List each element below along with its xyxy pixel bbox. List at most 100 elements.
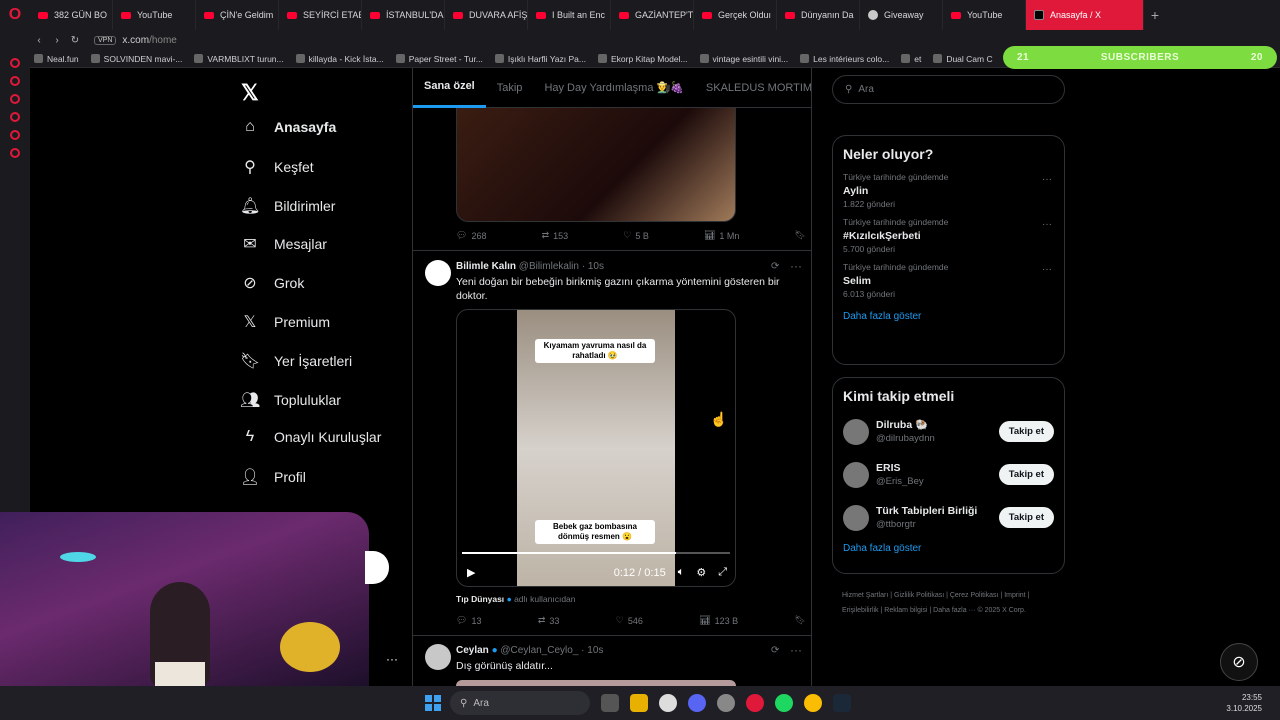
browser-tab[interactable]: GAZİANTEP'T <box>611 0 694 30</box>
avatar[interactable] <box>843 418 869 445</box>
spotify-icon[interactable] <box>775 694 793 712</box>
bookmark-item[interactable]: Paper Street - Tur... <box>395 54 483 64</box>
post-image[interactable] <box>456 108 736 222</box>
back-icon[interactable]: ‹ <box>30 35 48 46</box>
sidebar-icon[interactable] <box>10 76 20 86</box>
follow-suggestion[interactable]: Dilruba 🐏 @dilrubaydnn Takip et <box>833 410 1064 453</box>
url-path[interactable]: /home <box>149 35 177 46</box>
bookmark-item[interactable]: et <box>901 54 921 64</box>
show-more-link[interactable]: Daha fazla göster <box>833 539 1064 562</box>
follow-suggestion[interactable]: Türk Tabipleri Birliği @ttborgtr Takip et <box>833 496 1064 539</box>
play-icon[interactable]: ▶ <box>467 566 475 579</box>
sidebar-icon[interactable] <box>10 58 20 68</box>
follow-button[interactable]: Takip et <box>998 421 1054 442</box>
vpn-badge[interactable]: VPN <box>94 35 117 45</box>
more-icon[interactable]: ··· <box>1042 174 1052 185</box>
bookmark-item[interactable]: VARMBLIXT turun... <box>194 54 284 64</box>
browser-tab[interactable]: I Built an Enc <box>528 0 611 30</box>
nav-item-home[interactable]: ⌂ Anasayfa <box>240 118 336 136</box>
chrome-icon[interactable] <box>804 694 822 712</box>
sidebar-icon[interactable] <box>10 130 20 140</box>
bookmark-item[interactable]: vintage esintili vini... <box>699 54 788 64</box>
bookmark-item[interactable]: Ekorp Kitap Model... <box>598 54 688 64</box>
steam-icon[interactable] <box>833 694 851 712</box>
reply-button[interactable]: 💬︎ 268 <box>456 230 486 241</box>
opera-logo-icon[interactable]: O <box>0 6 30 24</box>
post-author[interactable]: Bilimle Kalın @Bilimlekalin · 10s <box>456 261 604 272</box>
app-icon[interactable] <box>717 694 735 712</box>
bookmark-item[interactable]: SOLVINDEN mavi-... <box>90 54 182 64</box>
follow-button[interactable]: Takip et <box>998 507 1054 528</box>
settings-icon[interactable]: ⚙ <box>696 566 706 579</box>
avatar[interactable] <box>843 504 869 531</box>
forward-icon[interactable]: › <box>48 35 66 46</box>
browser-tab[interactable]: ÇİN'e Geldim <box>196 0 279 30</box>
search-input[interactable]: ⚲ Ara <box>832 75 1065 104</box>
sidebar-icon[interactable] <box>10 148 20 158</box>
footer-links[interactable]: Hizmet Şartları | Gizlilik Politikası | … <box>842 588 1062 618</box>
new-tab-icon[interactable]: + <box>1144 7 1166 23</box>
x-logo-icon[interactable]: 𝕏 <box>241 80 259 106</box>
more-icon[interactable]: ··· <box>790 643 802 657</box>
sidebar-icon[interactable] <box>10 94 20 104</box>
nav-item-person[interactable]: 👤︎ Profil <box>240 467 306 487</box>
trend-item[interactable]: Türkiye tarihinde gündemde Selim 6.013 gön… <box>833 258 1064 303</box>
nav-item-bell[interactable]: 🔔︎ Bildirimler <box>240 196 335 216</box>
reload-icon[interactable]: ↻ <box>66 35 84 46</box>
grok-icon[interactable]: ⟳ <box>771 261 779 272</box>
nav-item-people[interactable]: 👥︎ Topluluklar <box>240 390 341 410</box>
windows-start-icon[interactable] <box>425 695 441 711</box>
video-source[interactable]: Tıp Dünyası ● adlı kullanıcıdan <box>456 594 576 604</box>
post-author[interactable]: Ceylan ● @Ceylan_Ceylo_ · 10s <box>456 645 603 656</box>
avatar[interactable] <box>425 644 451 670</box>
browser-tab[interactable]: DUVARA AFİŞ <box>445 0 528 30</box>
more-icon[interactable]: ··· <box>386 652 398 666</box>
like-button[interactable]: ♡ 5 B <box>623 230 649 241</box>
like-button[interactable]: ♡ 546 <box>616 615 643 626</box>
nav-item-bookmark[interactable]: 🔖︎ Yer İşaretleri <box>240 351 352 371</box>
discord-icon[interactable] <box>688 694 706 712</box>
tab-skaledus[interactable]: SKALEDUS MORTIMAS <box>695 68 811 108</box>
repost-button[interactable]: ⇄ 33 <box>538 615 560 626</box>
avatar[interactable] <box>425 260 451 286</box>
tab-hayday[interactable]: Hay Day Yardımlaşma 👨‍🌾🍇 <box>533 68 694 108</box>
bookmark-icon[interactable]: 🔖︎ <box>795 230 806 241</box>
bookmark-item[interactable]: Işıklı Harfli Yazı Pa... <box>494 54 586 64</box>
taskview-icon[interactable] <box>601 694 619 712</box>
browser-tab[interactable]: Gerçek Olduı <box>694 0 777 30</box>
browser-tab[interactable]: SEYİRCİ ETAB <box>279 0 362 30</box>
repost-button[interactable]: ⇄ 153 <box>542 230 569 241</box>
browser-tab[interactable]: 382 GÜN BO <box>30 0 113 30</box>
browser-tab[interactable]: Dünyanın Da <box>777 0 860 30</box>
views-button[interactable]: 📊︎ 123 B <box>699 615 738 626</box>
browser-tab[interactable]: Anasayfa / X <box>1026 0 1144 30</box>
nav-item-grok[interactable]: ⊘ Grok <box>240 273 304 293</box>
video-player[interactable]: Kıyamam yavruma nasıl da rahatladı 🥹 Beb… <box>456 309 736 587</box>
tab-for-you[interactable]: Sana özel <box>413 68 486 108</box>
bookmark-item[interactable]: Dual Cam C <box>933 54 993 64</box>
follow-button[interactable]: Takip et <box>998 464 1054 485</box>
sidebar-icon[interactable] <box>10 112 20 122</box>
trend-item[interactable]: Türkiye tarihinde gündemde Aylin 1.822 gön… <box>833 168 1064 213</box>
video-progress[interactable] <box>462 552 730 554</box>
app-icon[interactable] <box>659 694 677 712</box>
reply-button[interactable]: 💬︎ 13 <box>456 615 481 626</box>
browser-tab[interactable]: İSTANBUL'DA <box>362 0 445 30</box>
nav-item-search[interactable]: ⚲ Keşfet <box>240 157 314 177</box>
bookmark-icon[interactable]: 🔖︎ <box>795 615 806 626</box>
taskbar-clock[interactable]: 23:55 3.10.2025 <box>1226 692 1262 714</box>
taskbar-search[interactable]: ⚲ Ara <box>450 691 590 715</box>
volume-icon[interactable]: 🔈︎ <box>678 566 685 579</box>
fullscreen-icon[interactable]: ⤢ <box>718 566 727 579</box>
avatar[interactable] <box>843 461 869 488</box>
nav-item-x[interactable]: 𝕏 Premium <box>240 312 330 332</box>
views-button[interactable]: 📊︎ 1 Mn <box>704 230 739 241</box>
bookmark-item[interactable]: killayda - Kick İsta... <box>295 54 384 64</box>
url-host[interactable]: x.com <box>122 35 149 46</box>
browser-tab[interactable]: YouTube <box>113 0 196 30</box>
post-button[interactable] <box>365 551 389 584</box>
trend-item[interactable]: Türkiye tarihinde gündemde #KızılcıkŞerbe… <box>833 213 1064 258</box>
show-more-link[interactable]: Daha fazla göster <box>833 303 1064 330</box>
bookmark-item[interactable]: Neal.fun <box>34 54 79 64</box>
more-icon[interactable]: ··· <box>1042 264 1052 275</box>
